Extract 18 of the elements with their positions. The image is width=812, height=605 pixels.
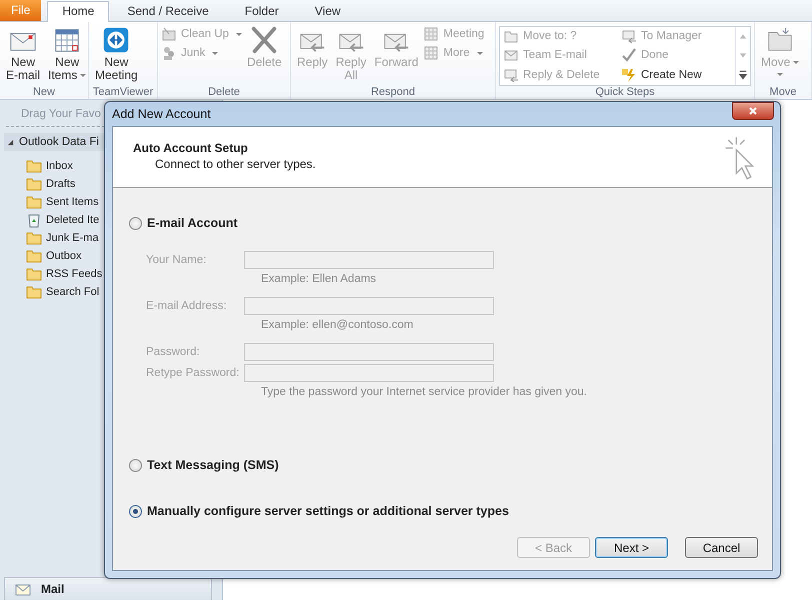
field-label: E-mail Address: — [146, 300, 228, 312]
field-label: Your Name: — [146, 254, 208, 266]
dialog-subheading: Connect to other server types. — [154, 157, 316, 171]
dialog-heading: Auto Account Setup — [133, 141, 249, 155]
folder-label: Outlook Data Fi — [19, 136, 99, 148]
group-label: TeamViewer — [92, 86, 154, 99]
field-hint: Example: Ellen Adams — [260, 272, 378, 285]
group-label: Move — [768, 86, 798, 99]
group-label: Delete — [207, 86, 241, 99]
field-label: Password: — [146, 346, 201, 358]
group-label: New — [32, 86, 56, 99]
field-hint: Example: ellen@contoso.com — [260, 318, 414, 331]
field-hint: Type the password your Internet service provider has given you. — [260, 385, 588, 398]
field-label: Retype Password: — [146, 367, 240, 379]
dialog-title: Add New Account — [112, 107, 211, 121]
group-label: Quick Steps — [594, 86, 656, 99]
favorites-hint: Drag Your Favo — [21, 108, 101, 120]
group-label: Respond — [370, 86, 416, 99]
